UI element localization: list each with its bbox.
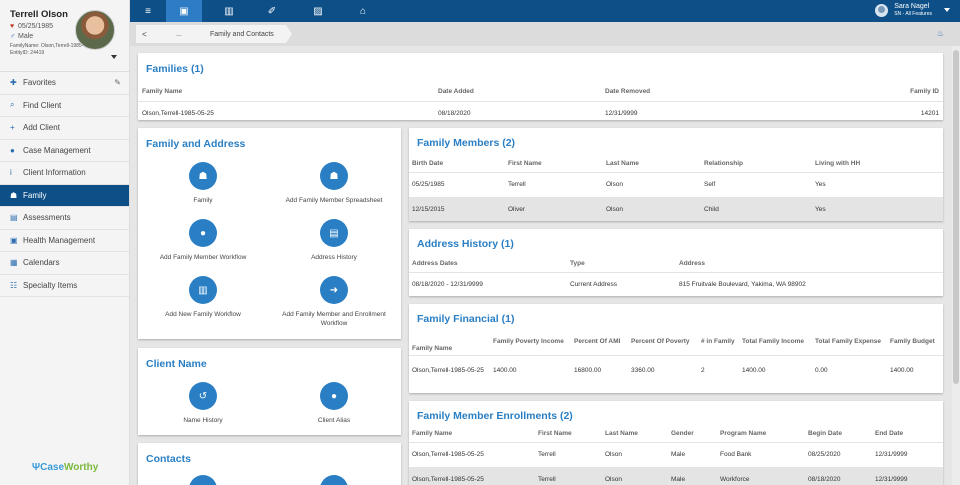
- table-row[interactable]: 12/15/2015 Oliver Olson Child Yes: [409, 197, 943, 221]
- family-financial-card: Family Financial (1) Family Name Family …: [409, 304, 943, 393]
- chart-icon[interactable]: ▨: [300, 0, 336, 22]
- client-alias-action[interactable]: ● Client Alias: [269, 382, 399, 425]
- building-icon[interactable]: ▥: [211, 0, 247, 22]
- nav-item-specialty-items[interactable]: ☷ Specialty Items: [0, 275, 129, 297]
- nav-item-client-information[interactable]: i Client Information: [0, 162, 129, 185]
- families-title: Families (1): [146, 63, 204, 75]
- medkit-icon: ▣: [10, 235, 18, 245]
- user-caret-icon[interactable]: [944, 8, 950, 12]
- briefcase-icon[interactable]: ▣: [166, 0, 202, 22]
- pencil-icon[interactable]: ✎: [114, 78, 121, 87]
- history-icon: ↺: [189, 382, 217, 410]
- table-row[interactable]: 05/25/1985 Terrell Olson Self Yes: [409, 172, 943, 197]
- pin-icon: ✚: [10, 78, 17, 88]
- client-avatar: [75, 10, 115, 50]
- user-icon: ●: [189, 219, 217, 247]
- client-name-title: Client Name: [146, 358, 207, 370]
- table-row[interactable]: Olson,Terrell-1985-05-25 08/18/2020 12/3…: [138, 101, 943, 125]
- client-profile: Terrell Olson ♥ 05/25/1985 ♂ Male FamilyNa…: [0, 0, 129, 72]
- info-icon: i: [10, 168, 12, 178]
- breadcrumb-back-button[interactable]: <: [136, 25, 168, 43]
- family-member-enrollments-title: Family Member Enrollments (2): [417, 410, 573, 422]
- entity-id-line: EntityID: 24419: [10, 50, 45, 56]
- client-gender: Male: [18, 33, 34, 40]
- family-icon: ☗: [320, 162, 348, 190]
- profile-dropdown-caret-icon[interactable]: [111, 55, 117, 59]
- male-icon: ♂: [10, 33, 16, 40]
- contact-action-icon[interactable]: [320, 475, 348, 485]
- families-card: Families (1) Family Name Date Added Date…: [138, 53, 943, 120]
- table-row[interactable]: Olson,Terrell-1985-05-25 1400.00 16800.0…: [409, 355, 943, 386]
- family-action[interactable]: ☗ Family: [138, 162, 268, 205]
- sidebar: Terrell Olson ♥ 05/25/1985 ♂ Male FamilyNa…: [0, 0, 130, 485]
- table-row[interactable]: Olson,Terrell-1985-05-25 Terrell Olson M…: [409, 467, 943, 485]
- add-family-member-workflow-action[interactable]: ● Add Family Member Workflow: [138, 219, 268, 262]
- user-menu[interactable]: Sara Nagel SN - All Features: [875, 3, 950, 17]
- contacts-title: Contacts: [146, 453, 191, 465]
- plus-icon: +: [10, 123, 15, 133]
- scrollbar-thumb[interactable]: [953, 50, 959, 384]
- breadcrumb-ellipsis[interactable]: ...: [162, 25, 208, 43]
- contacts-card: Contacts: [138, 443, 401, 485]
- add-family-member-enrollment-workflow-action[interactable]: ➜ Add Family Member and Enrollment Workfl…: [269, 276, 399, 328]
- nav-item-assessments[interactable]: ▤ Assessments: [0, 207, 129, 230]
- home-icon[interactable]: ⌂: [345, 0, 381, 22]
- search-icon: ⌕: [10, 100, 15, 110]
- families-table: Family Name Date Added Date Removed Fami…: [138, 83, 943, 125]
- family-financial-title: Family Financial (1): [417, 313, 515, 325]
- family-members-title: Family Members (2): [417, 137, 516, 149]
- flame-icon[interactable]: ♨: [937, 29, 944, 38]
- family-and-address-title: Family and Address: [146, 138, 246, 150]
- user-icon: ●: [10, 145, 15, 155]
- client-name-card: Client Name ↺ Name History ● Client Alias: [138, 348, 401, 435]
- user-role: SN - All Features: [894, 11, 932, 17]
- address-history-action[interactable]: ▤ Address History: [269, 219, 399, 262]
- contact-action-icon[interactable]: [189, 475, 217, 485]
- user-name: Sara Nagel: [894, 3, 930, 10]
- add-new-family-workflow-action[interactable]: ▥ Add New Family Workflow: [138, 276, 268, 319]
- users-icon: ☷: [10, 280, 18, 290]
- family-icon: ☗: [189, 162, 217, 190]
- nav-item-add-client[interactable]: + Add Client: [0, 117, 129, 140]
- copy-icon: ▤: [10, 213, 18, 223]
- nav-item-family[interactable]: ☗ Family: [0, 184, 129, 207]
- scrollbar[interactable]: [952, 46, 960, 485]
- address-history-table: Address Dates Type Address 08/18/2020 - …: [409, 255, 943, 296]
- wrench-icon[interactable]: ✐: [254, 0, 290, 22]
- nav-item-case-management[interactable]: ● Case Management: [0, 140, 129, 162]
- family-financial-table: Family Name Family Poverty Income Percen…: [409, 329, 943, 386]
- user-avatar-icon: [875, 3, 889, 17]
- calendar-icon: ▦: [10, 258, 18, 268]
- family-and-address-card: Family and Address ☗ Family ☗ Add Family M…: [138, 128, 401, 339]
- bank-icon: ▥: [189, 276, 217, 304]
- caseworthy-logo: ΨCaseWorthy: [32, 462, 99, 473]
- family-member-enrollments-card: Family Member Enrollments (2) Family Nam…: [409, 401, 943, 485]
- breadcrumb: Family and Contacts ... < ♨: [130, 22, 960, 46]
- main-content: Families (1) Family Name Date Added Date…: [130, 46, 952, 485]
- address-history-card: Address History (1) Address Dates Type A…: [409, 229, 943, 296]
- circle-icon: ●: [320, 382, 348, 410]
- family-members-table: Birth Date First Name Last Name Relation…: [409, 155, 943, 221]
- family-icon: ☗: [10, 190, 18, 200]
- heart-icon: ♥: [10, 23, 15, 30]
- name-history-action[interactable]: ↺ Name History: [138, 382, 268, 425]
- address-history-title: Address History (1): [417, 238, 514, 250]
- table-row[interactable]: Olson,Terrell-1985-05-25 Terrell Olson M…: [409, 442, 943, 467]
- nav-item-calendars[interactable]: ▦ Calendars: [0, 252, 129, 275]
- sign-in-icon: ➜: [320, 276, 348, 304]
- nav-item-health-management[interactable]: ▣ Health Management: [0, 230, 129, 252]
- menu-icon[interactable]: ≡: [130, 0, 166, 22]
- table-row[interactable]: 08/18/2020 - 12/31/9999 Current Address …: [409, 272, 943, 296]
- family-members-card: Family Members (2) Birth Date First Name…: [409, 128, 943, 221]
- enrollments-table: Family Name First Name Last Name Gender …: [409, 425, 943, 485]
- client-dob: 05/25/1985: [18, 23, 54, 30]
- top-bar: ≡ ▣ ▥ ✐ ▨ ⌂ Sara Nagel SN - All Features: [130, 0, 960, 22]
- file-icon: ▤: [320, 219, 348, 247]
- nav-item-find-client[interactable]: ⌕ Find Client: [0, 95, 129, 117]
- nav-item-favorites[interactable]: ✚ Favorites ✎: [0, 72, 129, 95]
- add-family-member-spreadsheet-action[interactable]: ☗ Add Family Member Spreadsheet: [269, 162, 399, 205]
